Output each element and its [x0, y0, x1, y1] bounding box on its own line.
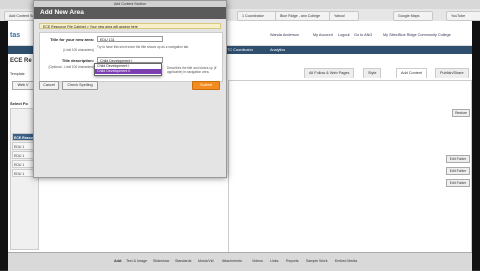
autocomplete-option-selected[interactable]: Child Development II — [95, 69, 161, 74]
left-frame — [0, 21, 8, 270]
add-label: Add: — [114, 259, 123, 263]
description-help: Describes the title and shows up (if app… — [167, 66, 217, 74]
page-tabs: All Follow & Web Pages Style Add Content… — [228, 68, 470, 78]
submit-button[interactable]: Submit — [192, 81, 220, 90]
header-link-ang[interactable]: Go to ANG — [354, 33, 372, 37]
dialog-info-banner: ECE Resource File Cabinet > Your new are… — [39, 23, 221, 29]
add-embed-media[interactable]: Embed Media — [335, 259, 357, 263]
nav-item-coordinator[interactable]: TC Coordinator — [227, 48, 253, 52]
add-content-bar: Add: Text & Image Slideshow Standards Mu… — [8, 252, 472, 271]
add-sample-work[interactable]: Sample Work — [306, 259, 328, 263]
restore-button[interactable]: Restore — [452, 109, 470, 117]
add-links[interactable]: Links — [270, 259, 278, 263]
description-field-limit: (Optional - Limit 100 characters) — [48, 65, 94, 69]
edit-folder-button[interactable]: Edit Folder — [446, 155, 470, 163]
add-reports[interactable]: Reports — [286, 259, 299, 263]
dialog-title: Add New Area — [34, 7, 226, 19]
header-site-name: Blue Ridge Community College — [398, 33, 451, 37]
web-view-button[interactable]: Web V — [12, 81, 34, 90]
tab-style[interactable]: Style — [363, 68, 382, 78]
header-link-logout[interactable]: Logout — [338, 33, 350, 37]
title-field-limit: (Limit 100 characters) — [63, 48, 94, 52]
add-slideshow[interactable]: Slideshow — [153, 259, 169, 263]
page-title: ECE Re — [10, 58, 32, 64]
sidebar-title: Select Fo — [10, 101, 28, 106]
tab-all-pages[interactable]: All Follow & Web Pages — [304, 68, 355, 78]
add-music-video[interactable]: Music/Vid — [198, 259, 214, 263]
tab-publish[interactable]: Publish/Share — [435, 68, 469, 78]
edit-folder-button[interactable]: Edit Folder — [446, 167, 470, 175]
add-videos[interactable]: Videos — [252, 259, 263, 263]
title-help: Try to have this short since the title s… — [97, 45, 190, 49]
header-link-sites[interactable]: My Sites — [383, 33, 398, 37]
cancel-button[interactable]: Cancel — [39, 81, 59, 90]
check-spelling-button[interactable]: Check Spelling — [62, 81, 98, 90]
browser-tab[interactable]: Google Maps — [393, 11, 433, 21]
browser-tab[interactable]: Blue Ridge - ann College — [275, 11, 335, 21]
browser-tab[interactable]: 1 Coordinator — [237, 11, 277, 21]
tab-add-content[interactable]: Add Content — [396, 68, 428, 78]
add-standards[interactable]: Standards — [175, 259, 191, 263]
template-label: Template — [10, 72, 25, 76]
edit-folder-button[interactable]: Edit Folder — [446, 179, 470, 187]
header-user: Wanda Anderson — [270, 33, 299, 37]
description-field-label: Title description: — [61, 58, 94, 63]
right-frame — [472, 21, 480, 270]
add-new-area-dialog: Add Content Section Add New Area ECE Res… — [33, 0, 227, 178]
nav-item-analytics[interactable]: Analytics — [270, 48, 285, 52]
title-input[interactable]: EDU 131 — [97, 36, 163, 42]
add-text-image[interactable]: Text & Image — [126, 259, 147, 263]
browser-tab[interactable]: Yahoo! — [329, 11, 359, 21]
content-area — [228, 80, 472, 260]
add-attachments[interactable]: Attachments — [222, 259, 242, 263]
site-logo: tas — [10, 32, 21, 39]
header-link-account[interactable]: My Account — [313, 33, 333, 37]
autocomplete-dropdown: Child Development I Child Development II — [94, 63, 162, 76]
title-field-label: Title for your new area: — [50, 37, 94, 42]
browser-tab[interactable]: YouTube — [446, 11, 480, 21]
